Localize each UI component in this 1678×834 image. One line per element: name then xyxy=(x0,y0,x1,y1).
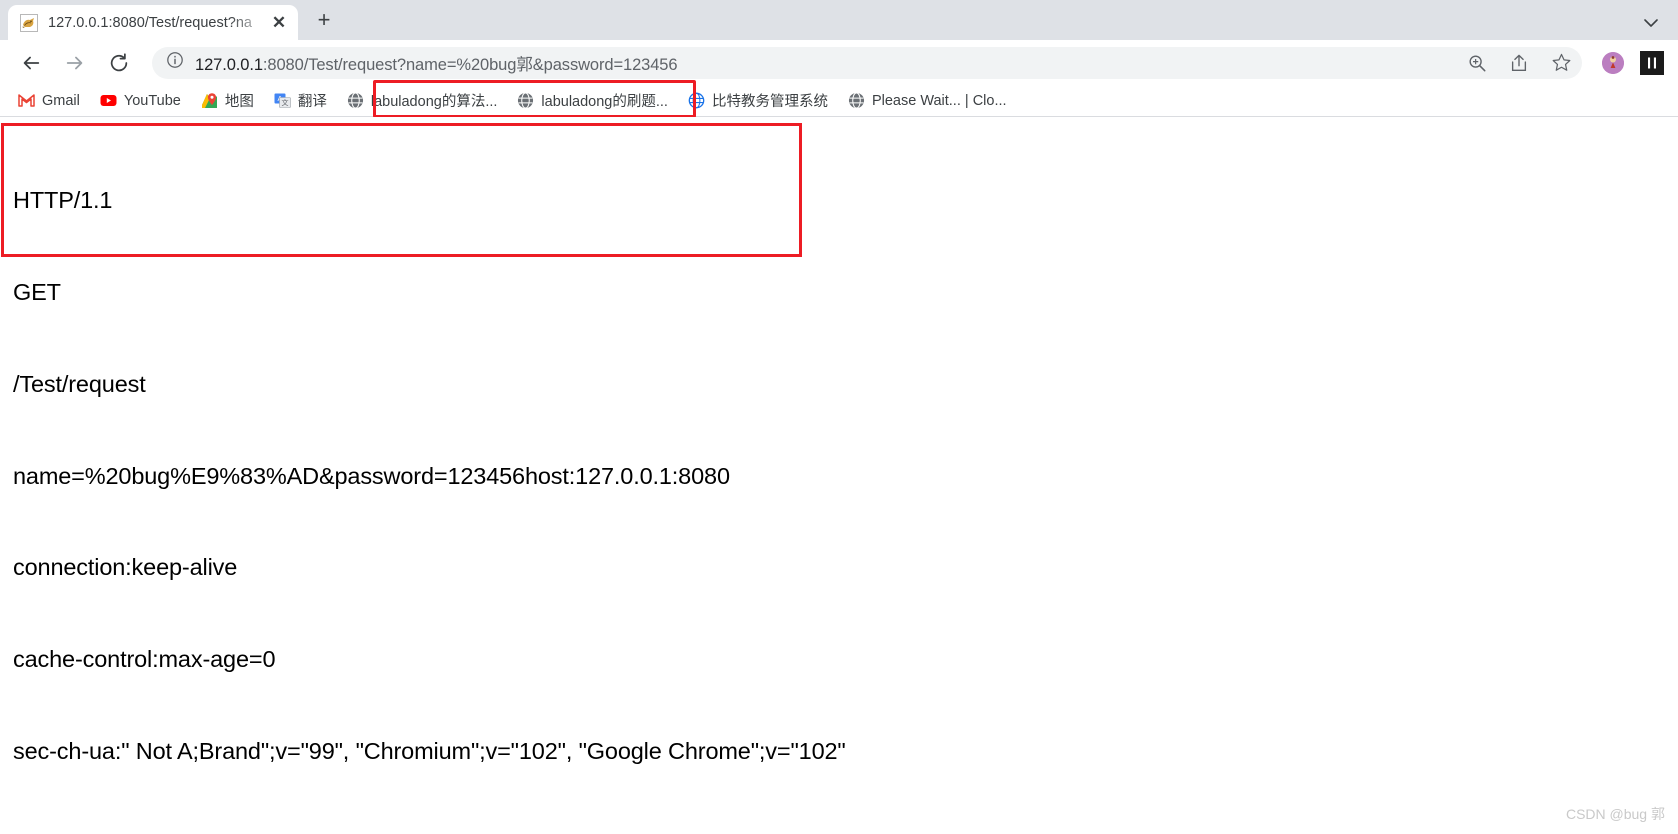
response-line: sec-ch-ua-mobile:?0 xyxy=(13,828,1678,834)
bookmark-label: labuladong的算法... xyxy=(370,94,498,110)
reload-icon[interactable] xyxy=(102,46,136,80)
response-line: name=%20bug%E9%83%AD&password=123456host… xyxy=(13,462,730,489)
globe-icon xyxy=(347,92,364,109)
bookmark-label: Please Wait... | Clo... xyxy=(871,92,1007,109)
browser-tab-strip: 127.0.0.1:8080/Test/request?na ✕ + xyxy=(0,0,1678,40)
tab-title: 127.0.0.1:8080/Test/request?na xyxy=(48,14,252,31)
http-request-dump: HTTP/1.1 GET /Test/request name=%20bug%E… xyxy=(0,117,1678,834)
address-bar-text: 127.0.0.1:8080/Test/request?name=%20bug郭… xyxy=(195,51,677,75)
bookmark-labuladong-problems[interactable]: labuladong的刷题... xyxy=(509,87,676,114)
browser-toolbar: 127.0.0.1:8080/Test/request?name=%20bug郭… xyxy=(0,40,1678,118)
bookmark-label: YouTube xyxy=(123,92,181,109)
bookmark-gmail[interactable]: Gmail xyxy=(10,89,88,112)
bookmark-maps[interactable]: 地图 xyxy=(193,87,262,114)
svg-text:文: 文 xyxy=(281,98,288,107)
bookmark-label: 比特教务管理系统 xyxy=(711,94,828,110)
site-info-icon[interactable] xyxy=(166,51,184,74)
omnibox-actions xyxy=(1467,47,1572,79)
globe-icon xyxy=(517,92,534,109)
extension-icon[interactable] xyxy=(1640,50,1664,75)
page-content: HTTP/1.1 GET /Test/request name=%20bug%E… xyxy=(0,117,1678,834)
bookmark-translate[interactable]: A 文 翻译 xyxy=(266,87,335,114)
url-path: :8080/Test/request xyxy=(262,55,397,74)
close-icon[interactable]: ✕ xyxy=(270,14,288,31)
google-maps-icon xyxy=(201,92,218,109)
back-arrow-icon[interactable] xyxy=(14,46,48,80)
google-translate-icon: A 文 xyxy=(274,92,291,109)
globe-blue-icon xyxy=(688,92,705,109)
gmail-icon xyxy=(18,92,35,109)
new-tab-button[interactable]: + xyxy=(310,6,338,34)
response-line: GET xyxy=(13,278,61,305)
bookmark-label: 地图 xyxy=(224,94,254,110)
zoom-in-icon[interactable] xyxy=(1467,53,1487,73)
tomcat-favicon xyxy=(20,13,38,32)
bookmark-star-icon[interactable] xyxy=(1551,52,1572,73)
response-line: connection:keep-alive xyxy=(13,554,238,581)
bookmark-label: 翻译 xyxy=(297,94,327,110)
url-host: 127.0.0.1 xyxy=(195,55,263,74)
bookmark-label: labuladong的刷题... xyxy=(541,94,668,110)
globe-icon xyxy=(848,92,865,109)
window-controls xyxy=(1642,17,1660,32)
bookmarks-bar: Gmail YouTube 地图 A 文 xyxy=(0,85,1678,117)
browser-tab[interactable]: 127.0.0.1:8080/Test/request?na ✕ xyxy=(8,5,298,40)
response-line: HTTP/1.1 xyxy=(13,187,113,214)
bookmark-please-wait[interactable]: Please Wait... | Clo... xyxy=(840,89,1015,112)
bookmark-bit-academic-system[interactable]: 比特教务管理系统 xyxy=(680,87,836,114)
address-bar[interactable]: 127.0.0.1:8080/Test/request?name=%20bug郭… xyxy=(152,46,1582,79)
response-line: cache-control:max-age=0 xyxy=(13,646,276,673)
share-icon[interactable] xyxy=(1509,53,1529,73)
url-query: ?name=%20bug郭&password=123456 xyxy=(396,55,678,74)
bookmark-labuladong-algo[interactable]: labuladong的算法... xyxy=(339,87,506,114)
bookmark-label: Gmail xyxy=(42,92,80,109)
bookmark-youtube[interactable]: YouTube xyxy=(92,89,189,112)
response-line: sec-ch-ua:" Not A;Brand";v="99", "Chromi… xyxy=(13,737,846,764)
avatar[interactable] xyxy=(1602,51,1624,74)
youtube-icon xyxy=(100,92,117,109)
forward-arrow-icon[interactable] xyxy=(58,46,92,80)
watermark: CSDN @bug 郭 xyxy=(1565,806,1665,822)
response-line: /Test/request xyxy=(13,370,146,397)
chevron-down-icon[interactable] xyxy=(1642,17,1660,32)
